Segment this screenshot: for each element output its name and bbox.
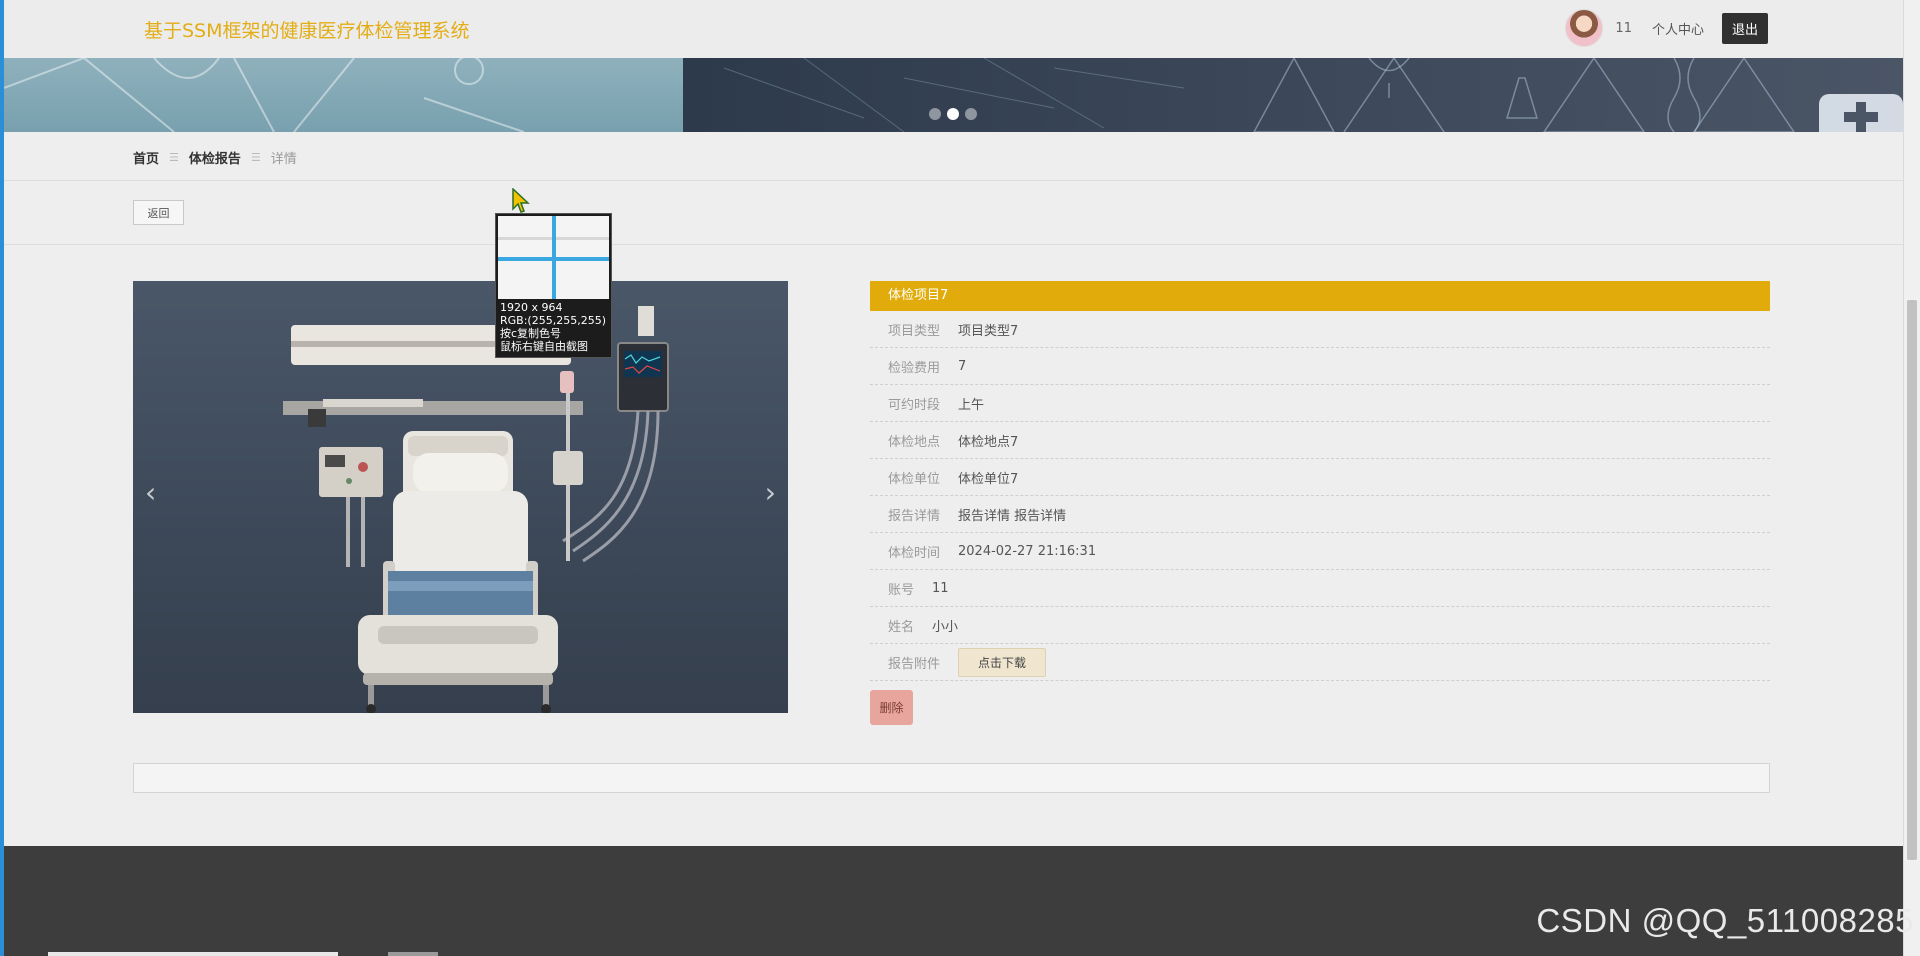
scrollbar-thumb[interactable] bbox=[1907, 300, 1917, 860]
detail-row: 报告详情 报告详情 报告详情 bbox=[870, 496, 1770, 533]
banner-decoration bbox=[4, 58, 1903, 132]
detail-label: 账号 bbox=[888, 582, 915, 598]
cursor-icon bbox=[512, 188, 530, 213]
chevron-right-icon[interactable]: › bbox=[765, 479, 776, 507]
detail-value: 7 bbox=[958, 358, 967, 374]
avatar-icon[interactable] bbox=[1565, 9, 1604, 47]
picker-magnifier bbox=[498, 216, 609, 299]
user-area: 11 个人中心 退出 bbox=[1565, 9, 1768, 47]
picker-size: 1920 x 964 bbox=[500, 301, 563, 314]
item-image-carousel[interactable]: ‹ › bbox=[133, 281, 788, 713]
banner-dot-3[interactable] bbox=[965, 108, 977, 120]
detail-value: 小小 bbox=[932, 619, 959, 635]
detail-label: 项目类型 bbox=[888, 323, 941, 339]
detail-row-attachment: 报告附件 点击下载 bbox=[870, 644, 1770, 681]
comment-box[interactable] bbox=[133, 763, 1770, 793]
picker-rgb: RGB:(255,255,255) bbox=[500, 314, 606, 327]
detail-value: 体检单位7 bbox=[958, 471, 1019, 487]
personal-center-link[interactable]: 个人中心 bbox=[1652, 19, 1704, 38]
detail-value: 报告详情 报告详情 bbox=[958, 508, 1067, 524]
footer-bar bbox=[388, 952, 438, 956]
banner-dot-2[interactable] bbox=[947, 108, 959, 120]
picker-copy-hint: 按c复制色号 bbox=[500, 327, 562, 340]
details-title: 体检项目7 bbox=[870, 281, 1770, 311]
breadcrumb-separator-icon: ☰ bbox=[169, 151, 179, 164]
footer-bar bbox=[48, 952, 338, 956]
divider bbox=[4, 180, 1903, 181]
logout-button[interactable]: 退出 bbox=[1721, 12, 1768, 44]
banner-carousel[interactable] bbox=[4, 58, 1903, 132]
detail-value: 体检地点7 bbox=[958, 434, 1019, 450]
detail-label: 姓名 bbox=[888, 619, 915, 635]
detail-row: 体检地点 体检地点7 bbox=[870, 422, 1770, 459]
detail-row: 检验费用 7 bbox=[870, 348, 1770, 385]
window-edge bbox=[0, 0, 4, 956]
detail-row: 体检时间 2024-02-27 21:16:31 bbox=[870, 533, 1770, 570]
hospital-bed-image bbox=[283, 306, 669, 713]
detail-value: 11 bbox=[932, 580, 949, 596]
page-scrollbar[interactable] bbox=[1903, 0, 1920, 956]
detail-label: 体检地点 bbox=[888, 434, 941, 450]
picker-capture-hint: 鼠标右键自由截图 bbox=[500, 340, 588, 353]
detail-label: 检验费用 bbox=[888, 360, 941, 376]
detail-label: 可约时段 bbox=[888, 397, 941, 413]
download-button[interactable]: 点击下载 bbox=[958, 647, 1047, 677]
breadcrumb: 首页 ☰ 体检报告 ☰ 详情 bbox=[133, 148, 297, 167]
breadcrumb-home[interactable]: 首页 bbox=[133, 148, 159, 167]
chevron-left-icon[interactable]: ‹ bbox=[145, 479, 156, 507]
user-name: 11 bbox=[1615, 20, 1632, 36]
watermark: CSDN @QQ_511008285 bbox=[1536, 902, 1914, 939]
banner-indicators bbox=[929, 108, 977, 120]
breadcrumb-section[interactable]: 体检报告 bbox=[189, 148, 241, 167]
site-header: 基于SSM框架的健康医疗体检管理系统 11 个人中心 退出 bbox=[4, 0, 1903, 58]
site-title[interactable]: 基于SSM框架的健康医疗体检管理系统 bbox=[144, 16, 470, 43]
detail-value: 项目类型7 bbox=[958, 323, 1019, 339]
detail-row: 项目类型 项目类型7 bbox=[870, 311, 1770, 348]
detail-value: 上午 bbox=[958, 397, 985, 413]
detail-row: 姓名 小小 bbox=[870, 607, 1770, 644]
breadcrumb-current: 详情 bbox=[270, 152, 297, 167]
picker-info: 1920 x 964 RGB:(255,255,255) 按c复制色号 鼠标右键… bbox=[500, 301, 606, 353]
detail-label: 体检时间 bbox=[888, 545, 941, 561]
detail-label: 报告详情 bbox=[888, 508, 941, 524]
detail-label: 报告附件 bbox=[888, 656, 941, 672]
delete-button[interactable]: 删除 bbox=[870, 690, 913, 725]
detail-row: 体检单位 体检单位7 bbox=[870, 459, 1770, 496]
color-picker-tooltip: 1920 x 964 RGB:(255,255,255) 按c复制色号 鼠标右键… bbox=[495, 213, 612, 358]
detail-value: 2024-02-27 21:16:31 bbox=[958, 543, 1097, 559]
detail-label: 体检单位 bbox=[888, 471, 941, 487]
breadcrumb-separator-icon: ☰ bbox=[250, 151, 261, 164]
details-panel: 体检项目7 项目类型 项目类型7 检验费用 7 可约时段 上午 体检地点 体检地点7 体检单位体… bbox=[870, 281, 1770, 725]
detail-row: 账号 11 bbox=[870, 570, 1770, 607]
back-button[interactable]: 返回 bbox=[133, 200, 184, 225]
banner-dot-1[interactable] bbox=[929, 108, 941, 120]
divider bbox=[4, 244, 1903, 245]
detail-row: 可约时段 上午 bbox=[870, 385, 1770, 422]
